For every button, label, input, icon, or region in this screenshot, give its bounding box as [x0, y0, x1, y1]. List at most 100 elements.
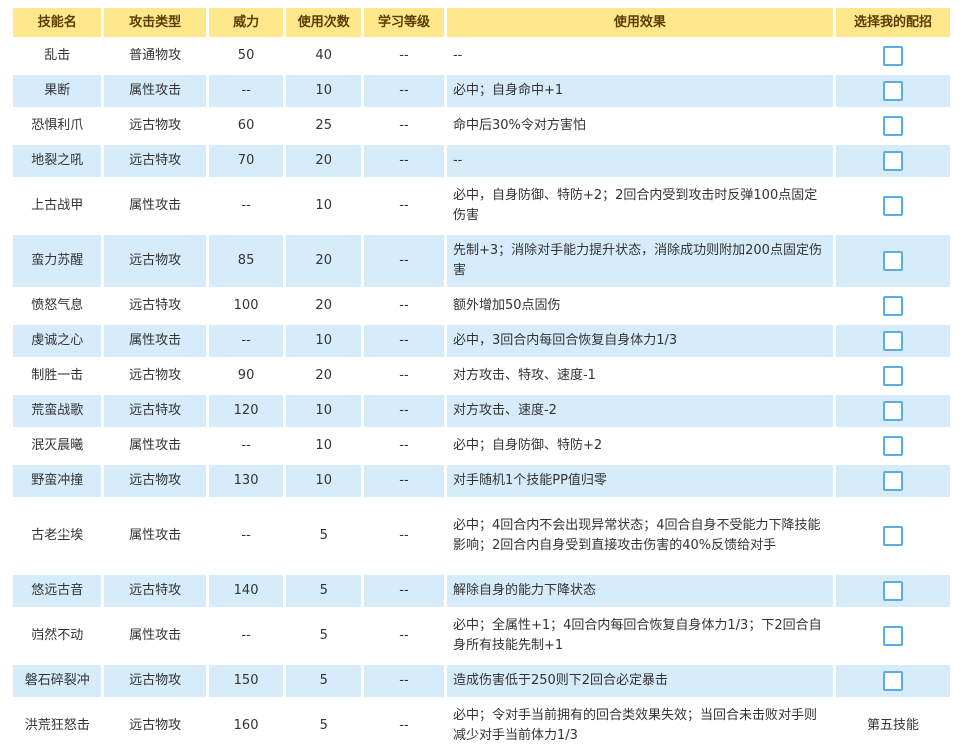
- select-skill-checkbox[interactable]: [882, 80, 903, 101]
- uses-cell: 20: [286, 360, 362, 392]
- skill-name-cell: 蛮力苏醒: [13, 235, 102, 287]
- learn-level-cell: --: [364, 40, 444, 72]
- uses-cell: 5: [286, 610, 362, 662]
- learn-level-cell: --: [364, 180, 444, 232]
- attack-type-cell: 属性攻击: [104, 610, 206, 662]
- select-skill-checkbox[interactable]: [882, 45, 903, 66]
- table-row: 恐惧利爪 远古物攻 60 25 -- 命中后30%令对方害怕: [13, 110, 950, 142]
- uses-cell: 5: [286, 575, 362, 607]
- skill-name-cell: 上古战甲: [13, 180, 102, 232]
- select-skill-checkbox[interactable]: [882, 195, 903, 216]
- effect-cell: 必中；自身命中+1: [446, 75, 833, 107]
- uses-cell: 10: [286, 75, 362, 107]
- learn-level-cell: --: [364, 665, 444, 697]
- select-skill-checkbox[interactable]: [882, 470, 903, 491]
- effect-cell: 额外增加50点固伤: [446, 290, 833, 322]
- header-select: 选择我的配招: [835, 8, 950, 37]
- uses-cell: 20: [286, 290, 362, 322]
- table-row: 果断 属性攻击 -- 10 -- 必中；自身命中+1: [13, 75, 950, 107]
- select-skill-checkbox[interactable]: [882, 330, 903, 351]
- table-row: 泯灭晨曦 属性攻击 -- 10 -- 必中；自身防御、特防+2: [13, 430, 950, 462]
- header-attack-type: 攻击类型: [104, 8, 206, 37]
- attack-type-cell: 远古特攻: [104, 575, 206, 607]
- effect-cell: 对方攻击、特攻、速度-1: [446, 360, 833, 392]
- table-row: 虔诚之心 属性攻击 -- 10 -- 必中，3回合内每回合恢复自身体力1/3: [13, 325, 950, 357]
- power-cell: 60: [208, 110, 284, 142]
- table-row: 悠远古音 远古特攻 140 5 -- 解除自身的能力下降状态: [13, 575, 950, 607]
- select-cell: [835, 75, 950, 107]
- select-skill-checkbox[interactable]: [882, 580, 903, 601]
- skill-name-cell: 岿然不动: [13, 610, 102, 662]
- power-cell: 85: [208, 235, 284, 287]
- select-skill-checkbox[interactable]: [882, 250, 903, 271]
- table-row: 上古战甲 属性攻击 -- 10 -- 必中，自身防御、特防+2；2回合内受到攻击时反弹10…: [13, 180, 950, 232]
- select-cell: [835, 290, 950, 322]
- select-skill-checkbox[interactable]: [882, 400, 903, 421]
- select-cell: [835, 325, 950, 357]
- skill-name-cell: 恐惧利爪: [13, 110, 102, 142]
- effect-cell: --: [446, 40, 833, 72]
- skill-name-cell: 野蛮冲撞: [13, 465, 102, 497]
- power-cell: 100: [208, 290, 284, 322]
- attack-type-cell: 远古物攻: [104, 665, 206, 697]
- select-skill-checkbox[interactable]: [882, 365, 903, 386]
- select-skill-checkbox[interactable]: [882, 150, 903, 171]
- attack-type-cell: 属性攻击: [104, 180, 206, 232]
- select-cell: [835, 40, 950, 72]
- skill-table-container: 技能名 攻击类型 威力 使用次数 学习等级 使用效果 选择我的配招 乱击 普通物攻…: [13, 8, 953, 755]
- select-cell: [835, 575, 950, 607]
- attack-type-cell: 属性攻击: [104, 325, 206, 357]
- skill-name-cell: 洪荒狂怒击: [13, 700, 102, 752]
- skill-name-cell: 愤怒气息: [13, 290, 102, 322]
- select-skill-checkbox[interactable]: [882, 670, 903, 691]
- uses-cell: 10: [286, 395, 362, 427]
- learn-level-cell: --: [364, 465, 444, 497]
- effect-cell: 对方攻击、速度-2: [446, 395, 833, 427]
- header-uses: 使用次数: [286, 8, 362, 37]
- uses-cell: 40: [286, 40, 362, 72]
- effect-cell: 必中；令对手当前拥有的回合类效果失效；当回合未击败对手则减少对手当前体力1/3: [446, 700, 833, 752]
- effect-cell: 必中；4回合内不会出现异常状态；4回合自身不受能力下降技能影响；2回合内自身受到…: [446, 500, 833, 572]
- header-skill-name: 技能名: [13, 8, 102, 37]
- select-cell: [835, 180, 950, 232]
- skill-name-cell: 泯灭晨曦: [13, 430, 102, 462]
- skill-name-cell: 悠远古音: [13, 575, 102, 607]
- power-cell: --: [208, 610, 284, 662]
- table-header-row: 技能名 攻击类型 威力 使用次数 学习等级 使用效果 选择我的配招: [13, 8, 950, 37]
- effect-cell: 必中；全属性+1；4回合内每回合恢复自身体力1/3；下2回合自身所有技能先制+1: [446, 610, 833, 662]
- select-cell: [835, 665, 950, 697]
- attack-type-cell: 远古特攻: [104, 395, 206, 427]
- table-row: 磐石碎裂冲 远古物攻 150 5 -- 造成伤害低于250则下2回合必定暴击: [13, 665, 950, 697]
- learn-level-cell: --: [364, 75, 444, 107]
- power-cell: 160: [208, 700, 284, 752]
- learn-level-cell: --: [364, 325, 444, 357]
- select-cell: [835, 110, 950, 142]
- skill-name-cell: 虔诚之心: [13, 325, 102, 357]
- attack-type-cell: 普通物攻: [104, 40, 206, 72]
- select-skill-checkbox[interactable]: [882, 115, 903, 136]
- skill-name-cell: 制胜一击: [13, 360, 102, 392]
- learn-level-cell: --: [364, 500, 444, 572]
- select-cell: [835, 235, 950, 287]
- effect-cell: 解除自身的能力下降状态: [446, 575, 833, 607]
- uses-cell: 10: [286, 465, 362, 497]
- table-row: 愤怒气息 远古特攻 100 20 -- 额外增加50点固伤: [13, 290, 950, 322]
- power-cell: --: [208, 500, 284, 572]
- table-row: 古老尘埃 属性攻击 -- 5 -- 必中；4回合内不会出现异常状态；4回合自身不受能力下降…: [13, 500, 950, 572]
- select-cell: [835, 465, 950, 497]
- skill-name-cell: 果断: [13, 75, 102, 107]
- power-cell: 130: [208, 465, 284, 497]
- skill-name-cell: 古老尘埃: [13, 500, 102, 572]
- learn-level-cell: --: [364, 290, 444, 322]
- power-cell: 70: [208, 145, 284, 177]
- effect-cell: 必中，自身防御、特防+2；2回合内受到攻击时反弹100点固定伤害: [446, 180, 833, 232]
- select-skill-checkbox[interactable]: [882, 625, 903, 646]
- select-skill-checkbox[interactable]: [882, 435, 903, 456]
- select-skill-checkbox[interactable]: [882, 525, 903, 546]
- select-skill-checkbox[interactable]: [882, 295, 903, 316]
- attack-type-cell: 远古物攻: [104, 235, 206, 287]
- header-effect: 使用效果: [446, 8, 833, 37]
- uses-cell: 5: [286, 700, 362, 752]
- learn-level-cell: --: [364, 575, 444, 607]
- power-cell: --: [208, 180, 284, 232]
